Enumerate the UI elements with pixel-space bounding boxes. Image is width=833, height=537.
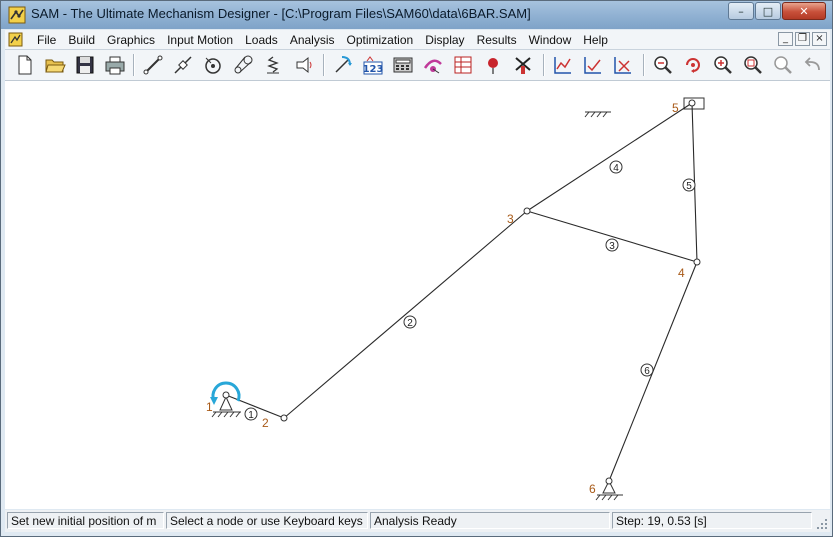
damper-element-icon[interactable] — [291, 53, 315, 77]
node-2[interactable] — [280, 414, 288, 422]
toolbar-separator — [323, 54, 325, 76]
node-6[interactable] — [605, 477, 613, 485]
node-label-1: 1 — [206, 400, 213, 414]
link-marker-3: 3 — [605, 238, 619, 252]
close-button[interactable]: ✕ — [782, 2, 826, 20]
belt-element-icon[interactable] — [231, 53, 255, 77]
node-5[interactable] — [688, 99, 696, 107]
toolbar-separator — [643, 54, 645, 76]
nodes — [222, 99, 701, 485]
open-folder-icon[interactable] — [43, 53, 67, 77]
toolbar: 123 — [5, 50, 830, 81]
zoom-fit-icon[interactable] — [771, 53, 795, 77]
spring-element-icon[interactable] — [261, 53, 285, 77]
svg-text:3: 3 — [609, 241, 615, 252]
menu-help[interactable]: Help — [577, 30, 614, 49]
node-label-6: 6 — [589, 482, 596, 496]
links — [225, 102, 698, 482]
document-restore-button[interactable]: ❐ — [795, 32, 810, 46]
input-motion-icon[interactable] — [331, 53, 355, 77]
menu-loads[interactable]: Loads — [239, 30, 284, 49]
application-window: SAM - The Ultimate Mechanism Designer - … — [0, 0, 833, 537]
link-2 — [283, 210, 528, 419]
menu-file[interactable]: File — [31, 30, 62, 49]
toolbar-separator — [543, 54, 545, 76]
title-bar[interactable]: SAM - The Ultimate Mechanism Designer - … — [1, 1, 832, 29]
link-marker-4: 4 — [609, 160, 623, 174]
beam-element-icon[interactable] — [141, 53, 165, 77]
app-logo-icon — [8, 6, 26, 24]
toolbar-separator — [133, 54, 135, 76]
document-minimize-button[interactable]: _ — [778, 32, 793, 46]
link-marker-2: 2 — [403, 315, 417, 329]
node-3[interactable] — [523, 207, 531, 215]
undo-icon[interactable] — [801, 53, 825, 77]
svg-text:2: 2 — [407, 318, 413, 329]
graph-check-icon[interactable] — [581, 53, 605, 77]
calculator-icon[interactable] — [391, 53, 415, 77]
zoom-in-icon[interactable] — [711, 53, 735, 77]
zoom-rotate-icon[interactable] — [681, 53, 705, 77]
menu-items: File Build Graphics Input Motion Loads A… — [31, 30, 614, 49]
document-close-button[interactable]: × — [812, 32, 827, 46]
menu-bar: File Build Graphics Input Motion Loads A… — [5, 30, 830, 50]
numeric-input-icon[interactable]: 123 — [361, 53, 385, 77]
caption-buttons: – □ ✕ — [727, 2, 826, 20]
svg-text:4: 4 — [613, 163, 619, 174]
minimize-button[interactable]: – — [728, 2, 754, 20]
node-label-5: 5 — [672, 101, 679, 115]
save-disk-icon[interactable] — [73, 53, 97, 77]
table-icon[interactable] — [451, 53, 475, 77]
node-label-3: 3 — [507, 212, 514, 226]
gear-element-icon[interactable] — [201, 53, 225, 77]
menu-results[interactable]: Results — [471, 30, 523, 49]
link-marker-1: 1 — [244, 407, 258, 421]
status-bar: Set new initial position of m Select a n… — [5, 510, 830, 532]
path-tracer-icon[interactable] — [421, 53, 445, 77]
menu-graphics[interactable]: Graphics — [101, 30, 161, 49]
windmill-icon[interactable] — [511, 53, 535, 77]
link-marker-5: 5 — [682, 178, 696, 192]
slider-element-icon[interactable] — [171, 53, 195, 77]
graph-xy-icon[interactable] — [551, 53, 575, 77]
link-4 — [526, 102, 693, 212]
maximize-button[interactable]: □ — [755, 2, 781, 20]
mechanism-drawing: 1 2 3 4 5 6 1 2 3 4 5 6 — [206, 97, 705, 501]
document-icon[interactable] — [8, 32, 23, 47]
menu-input-motion[interactable]: Input Motion — [161, 30, 239, 49]
zoom-out-icon[interactable] — [651, 53, 675, 77]
svg-text:123: 123 — [363, 64, 384, 75]
print-icon[interactable] — [103, 53, 127, 77]
new-file-icon[interactable] — [13, 53, 37, 77]
link-3 — [526, 210, 698, 263]
menu-analysis[interactable]: Analysis — [284, 30, 341, 49]
status-step: Step: 19, 0.53 [s] — [612, 512, 812, 529]
node-label-4: 4 — [678, 266, 685, 280]
ground-symbol — [584, 111, 611, 118]
node-label-2: 2 — [262, 416, 269, 430]
status-state: Analysis Ready — [370, 512, 610, 529]
svg-text:6: 6 — [644, 366, 650, 377]
status-hint: Set new initial position of m — [7, 512, 164, 529]
graph-cross-icon[interactable] — [611, 53, 635, 77]
resize-grip-icon[interactable] — [816, 518, 828, 530]
svg-text:5: 5 — [686, 181, 692, 192]
pin-marker-icon[interactable] — [481, 53, 505, 77]
status-prompt: Select a node or use Keyboard keys — [166, 512, 368, 529]
document-window-buttons: _ ❐ × — [776, 32, 827, 46]
mechanism-canvas[interactable]: 1 2 3 4 5 6 1 2 3 4 5 6 — [5, 81, 830, 509]
node-1[interactable] — [222, 391, 230, 399]
menu-optimization[interactable]: Optimization — [341, 30, 420, 49]
menu-window[interactable]: Window — [523, 30, 578, 49]
node-4[interactable] — [693, 258, 701, 266]
menu-build[interactable]: Build — [62, 30, 101, 49]
svg-text:1: 1 — [248, 410, 254, 421]
menu-display[interactable]: Display — [419, 30, 470, 49]
zoom-window-icon[interactable] — [741, 53, 765, 77]
window-title: SAM - The Ultimate Mechanism Designer - … — [31, 6, 531, 21]
